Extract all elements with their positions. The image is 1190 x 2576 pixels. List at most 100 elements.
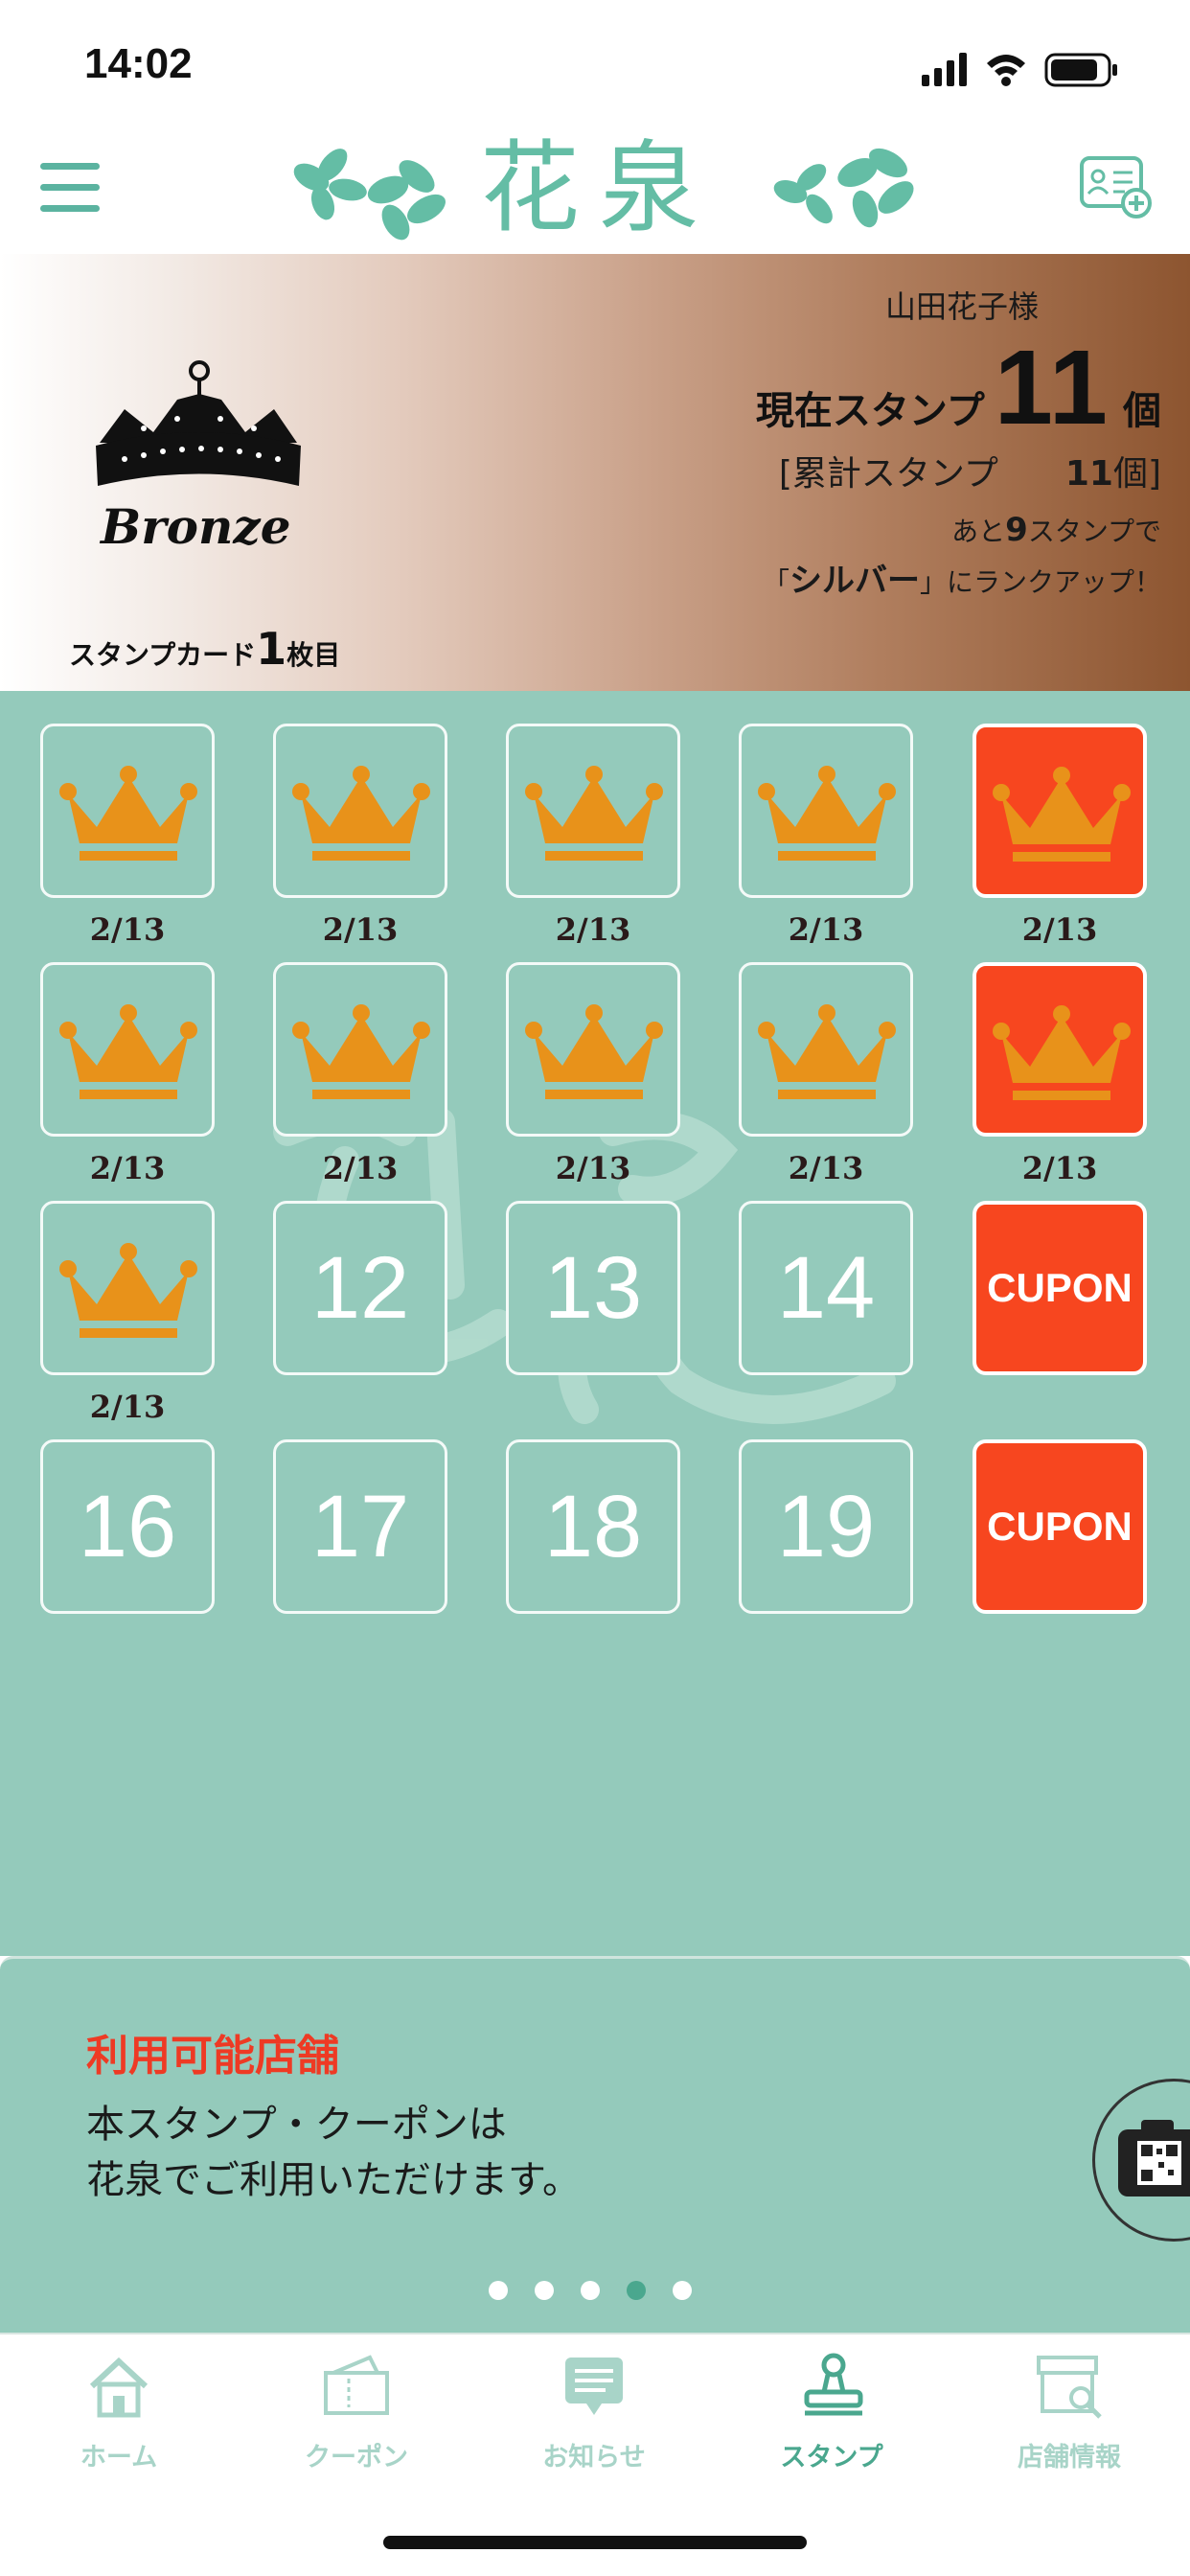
stamp-card-grid: 2/13 2/13 2/13 2/13 2/13 2/13 2/13 2/13 2/13 2/13… bbox=[0, 691, 1190, 1956]
total-stamps-count: 11 bbox=[1064, 454, 1113, 494]
total-stamps-label: [累計スタンプ bbox=[778, 454, 998, 494]
rank-name: Bronze bbox=[101, 498, 291, 555]
page-dot[interactable] bbox=[673, 2281, 692, 2300]
stamp-slot-number: 18 bbox=[543, 1478, 643, 1576]
stamp-slot-number: 16 bbox=[78, 1478, 177, 1576]
stamp-slot-stamped[interactable] bbox=[739, 724, 913, 898]
crown-stamp-icon bbox=[525, 1004, 663, 1099]
coupon-label: CUPON bbox=[987, 1265, 1133, 1310]
stamp-date: 2/13 bbox=[89, 911, 166, 948]
stamp-slot-empty[interactable]: 12 bbox=[273, 1201, 447, 1375]
reward-stamp-slot[interactable] bbox=[973, 962, 1147, 1137]
status-time: 14:02 bbox=[84, 40, 193, 87]
tab-stamp[interactable]: スタンプ bbox=[726, 2350, 937, 2494]
tab-home[interactable]: ホーム bbox=[13, 2350, 224, 2494]
crown-stamp-icon bbox=[993, 767, 1131, 862]
next-rank-name: シルバー bbox=[789, 562, 920, 600]
total-stamps: [累計スタンプ 11個] bbox=[779, 446, 1161, 495]
stamp-slot-stamped[interactable] bbox=[273, 724, 447, 898]
card-number-suffix: 枚目 bbox=[286, 639, 341, 671]
remaining-stamps: あと9スタンプで bbox=[951, 511, 1161, 549]
wifi-icon bbox=[987, 55, 1025, 86]
battery-icon bbox=[1044, 53, 1117, 87]
logo-text: 花泉 bbox=[479, 129, 718, 246]
tab-shop[interactable]: 店舗情報 bbox=[964, 2350, 1175, 2494]
flower-decoration-icon bbox=[293, 149, 446, 241]
page-dot[interactable] bbox=[489, 2281, 508, 2300]
page-dot[interactable] bbox=[627, 2281, 646, 2300]
total-stamps-unit: 個] bbox=[1112, 454, 1161, 494]
member-card-add-icon[interactable] bbox=[1079, 153, 1156, 220]
app-header: 花泉 bbox=[0, 125, 1190, 254]
coupon-slot[interactable]: CUPON bbox=[973, 1439, 1147, 1614]
current-stamps-count: 11 bbox=[994, 329, 1110, 447]
stamp-slot-empty[interactable]: 17 bbox=[273, 1439, 447, 1614]
page-dot[interactable] bbox=[535, 2281, 554, 2300]
current-stamps: 現在スタンプ11 個 bbox=[756, 327, 1161, 448]
stamp-slot-empty[interactable]: 19 bbox=[739, 1439, 913, 1614]
crown-stamp-icon bbox=[292, 766, 430, 861]
stamp-date: 2/13 bbox=[89, 1389, 166, 1425]
tab-label: クーポン bbox=[305, 2443, 408, 2472]
next-rank-open: 「 bbox=[762, 566, 790, 598]
qr-scan-button[interactable] bbox=[1092, 2079, 1190, 2242]
stamp-slot-stamped[interactable] bbox=[739, 962, 913, 1137]
available-stores-card: 利用可能店舗 本スタンプ・クーポンは 花泉でご利用いただけます。 bbox=[0, 1956, 1190, 2333]
reward-stamp-slot[interactable] bbox=[973, 724, 1147, 898]
stamp-date: 2/13 bbox=[322, 1150, 399, 1186]
stamp-date: 2/13 bbox=[555, 1150, 631, 1186]
stamp-slot-stamped[interactable] bbox=[506, 724, 680, 898]
stamp-date: 2/13 bbox=[322, 911, 399, 948]
crown-stamp-icon bbox=[292, 1004, 430, 1099]
stamp-slot-number: 17 bbox=[310, 1478, 410, 1576]
stamp-card-number: スタンプカード1枚目 bbox=[69, 623, 340, 675]
tab-coupon[interactable]: クーポン bbox=[251, 2350, 462, 2494]
carousel-page-indicator bbox=[489, 2281, 719, 2306]
stamp-slot-stamped[interactable] bbox=[40, 1201, 215, 1375]
stamp-slot-empty[interactable]: 18 bbox=[506, 1439, 680, 1614]
remaining-suffix: スタンプで bbox=[1027, 516, 1161, 547]
status-bar: 14:02 bbox=[0, 0, 1190, 125]
member-status-banner: Bronze スタンプカード1枚目 山田花子様 現在スタンプ11 個 [累計スタン… bbox=[0, 254, 1190, 691]
stamp-date: 2/13 bbox=[89, 1150, 166, 1186]
stamp-slot-number: 13 bbox=[543, 1239, 643, 1337]
shop-icon bbox=[1037, 2356, 1102, 2419]
qr-camera-icon bbox=[1118, 2120, 1190, 2196]
home-indicator bbox=[383, 2536, 807, 2549]
next-rank: 「シルバー」にランクアップ！ bbox=[763, 554, 1161, 601]
stamp-date: 2/13 bbox=[1021, 1150, 1098, 1186]
current-stamps-label: 現在スタンプ bbox=[755, 389, 985, 433]
stamp-date: 2/13 bbox=[1021, 911, 1098, 948]
stamp-date: 2/13 bbox=[788, 1150, 864, 1186]
stamp-slot-stamped[interactable] bbox=[40, 724, 215, 898]
stamp-slot-empty[interactable]: 16 bbox=[40, 1439, 215, 1614]
stamp-date: 2/13 bbox=[555, 911, 631, 948]
tab-label: お知らせ bbox=[542, 2443, 646, 2472]
status-icons bbox=[922, 53, 1117, 87]
stamp-icon bbox=[804, 2353, 863, 2416]
stamp-slot-stamped[interactable] bbox=[506, 962, 680, 1137]
stamp-slot-stamped[interactable] bbox=[40, 962, 215, 1137]
hamburger-menu-button[interactable] bbox=[40, 161, 100, 215]
info-title: 利用可能店舗 bbox=[86, 2032, 339, 2081]
signal-icon bbox=[922, 53, 967, 86]
flower-decoration-icon bbox=[773, 148, 914, 228]
tab-label: ホーム bbox=[80, 2443, 158, 2472]
stamp-slot-number: 12 bbox=[310, 1239, 410, 1337]
remaining-prefix: あと bbox=[951, 516, 1006, 547]
page-dot[interactable] bbox=[581, 2281, 600, 2300]
info-body-line2: 花泉でご利用いただけます。 bbox=[86, 2158, 581, 2202]
coupon-slot[interactable]: CUPON bbox=[973, 1201, 1147, 1375]
crown-stamp-icon bbox=[59, 1243, 197, 1338]
tab-label: スタンプ bbox=[780, 2443, 883, 2472]
stamp-slot-empty[interactable]: 14 bbox=[739, 1201, 913, 1375]
crown-stamp-icon bbox=[59, 766, 197, 861]
stamp-slot-empty[interactable]: 13 bbox=[506, 1201, 680, 1375]
crown-stamp-icon bbox=[525, 766, 663, 861]
tab-news[interactable]: お知らせ bbox=[489, 2350, 699, 2494]
stamp-slot-stamped[interactable] bbox=[273, 962, 447, 1137]
remaining-count: 9 bbox=[1005, 511, 1028, 549]
user-name: 山田花子様 bbox=[884, 288, 1039, 325]
info-body-line1: 本スタンプ・クーポンは bbox=[86, 2103, 507, 2147]
tab-label: 店舗情報 bbox=[1018, 2443, 1121, 2472]
